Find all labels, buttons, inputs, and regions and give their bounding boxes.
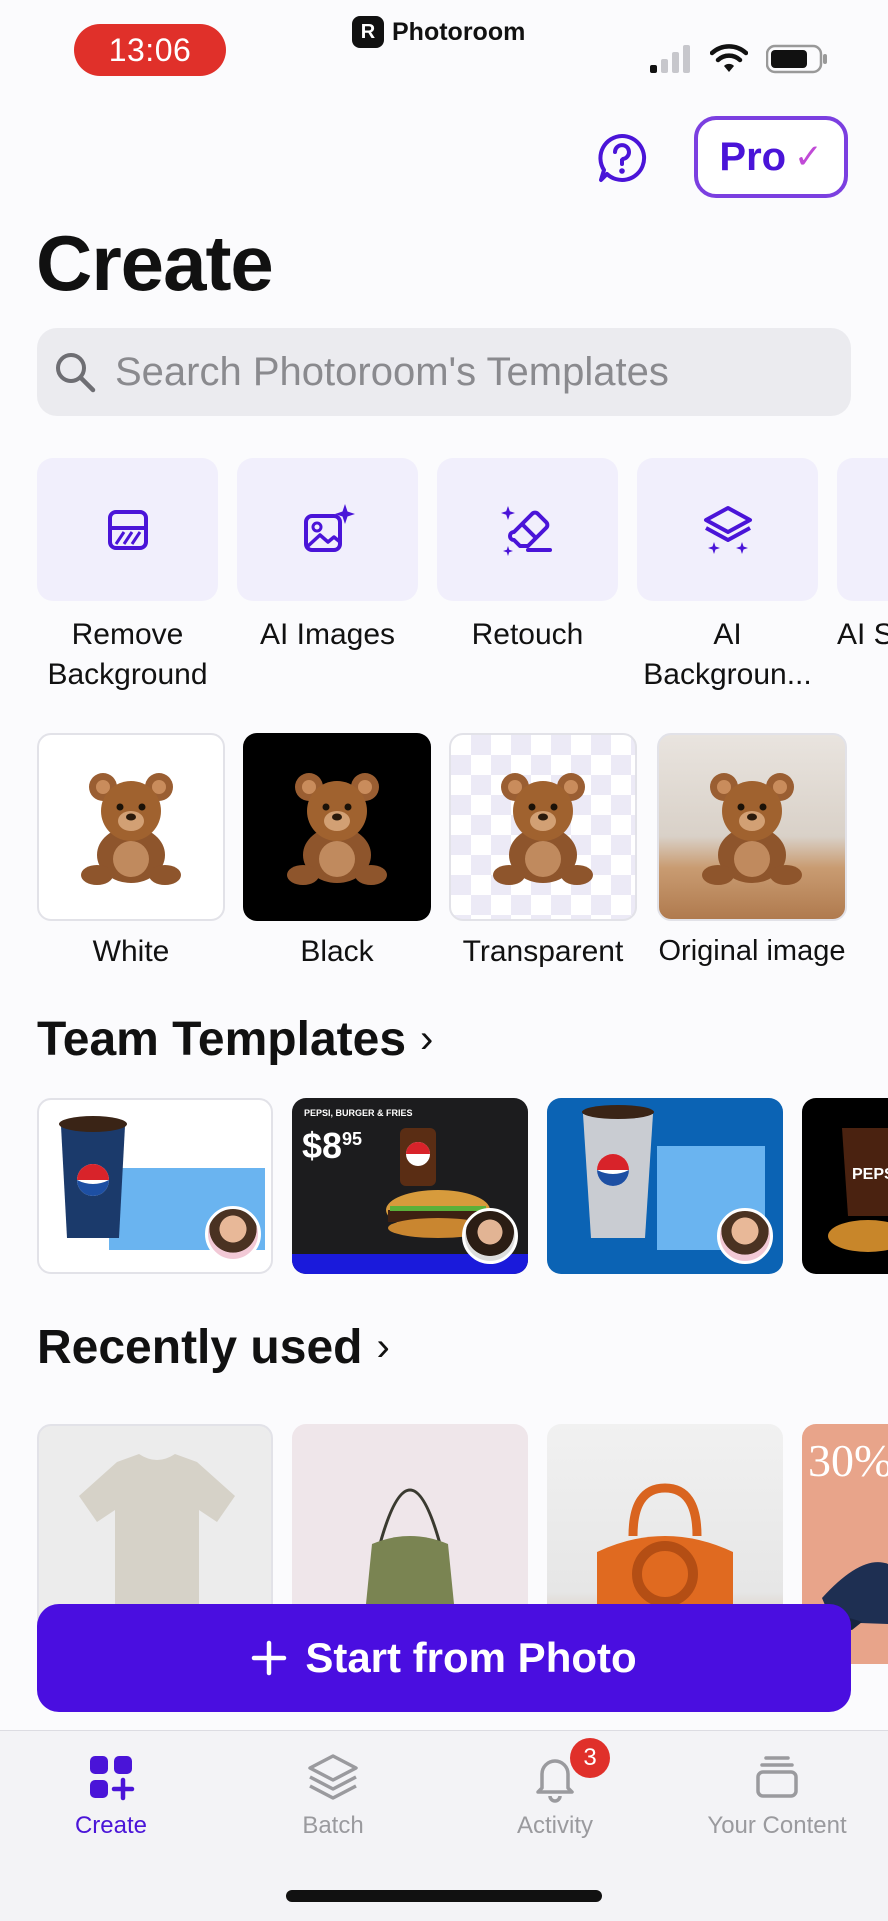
search-icon [56,353,96,393]
team-template-card[interactable]: PEPSI, BURGER & FRIES $895 [292,1098,528,1274]
ai-backgrounds-layers-icon [703,505,752,554]
checkmark-icon: ✓ [794,138,823,176]
avatar [462,1208,518,1264]
preset-white[interactable]: White [37,733,225,969]
tool-label: Retouch [471,618,584,651]
teddy-bear-image [493,773,593,885]
pepsi-cup-image [828,1128,888,1252]
app-name: Photoroom [392,17,526,46]
tool-ai-images[interactable]: AI Images [237,458,418,655]
search-bar[interactable] [37,328,851,416]
search-input[interactable] [113,348,817,396]
tool-label: Remove Background [47,618,208,691]
retouch-eraser-icon [500,505,552,556]
tab-batch[interactable]: Batch [222,1750,444,1840]
team-templates-header[interactable]: Team Templates › [37,1012,433,1067]
tool-remove-background[interactable]: Remove Background [37,458,218,695]
question-mark-bubble-icon[interactable] [596,132,648,184]
preset-label: Transparent [462,935,624,968]
wifi-icon [710,44,748,72]
ai-tool-icon [837,458,888,601]
preset-label: Original image [658,935,846,967]
tool-label: AI S [837,618,888,651]
app-indicator: R Photoroom [352,14,525,50]
preset-label: Black [300,935,374,968]
notification-badge: 3 [570,1738,610,1778]
tab-label: Create [74,1812,148,1839]
status-time: 13:06 [74,24,226,76]
ai-images-icon [303,503,355,552]
teddy-bear-image [702,773,802,885]
plus-icon [252,1640,287,1676]
pro-button[interactable]: Pro ✓ [694,116,848,198]
home-indicator [286,1890,602,1902]
avatar [205,1206,261,1262]
preset-label: White [92,935,170,968]
teddy-bear-image [81,773,181,885]
tab-label: Your Content [707,1812,847,1839]
photoroom-logo-icon: R [352,16,384,48]
tab-activity[interactable]: Activity [444,1750,666,1840]
remove-background-icon [107,509,148,550]
section-title: Team Templates [37,1013,407,1066]
tool-retouch[interactable]: Retouch [437,458,618,655]
tab-label: Batch [302,1812,364,1839]
page-title: Create [36,219,274,307]
tab-create[interactable]: Create [0,1750,222,1840]
chevron-right-icon: › [376,1325,390,1369]
tool-ai-partial[interactable]: AI S [837,458,888,655]
preset-original-image[interactable]: Original image [657,733,847,968]
preset-transparent[interactable]: Transparent [449,733,637,969]
avatar [717,1208,773,1264]
stack-icon [756,1756,798,1798]
tab-your-content[interactable]: Your Content [666,1750,888,1840]
recently-used-header[interactable]: Recently used › [37,1320,390,1375]
status-icons [650,42,828,76]
preset-black[interactable]: Black [243,733,431,969]
create-grid-plus-icon [90,1756,135,1801]
pro-label: Pro [719,134,787,179]
tool-ai-backgrounds[interactable]: AI Backgroun... [637,458,818,695]
tab-label: Activity [516,1812,593,1839]
layers-icon [308,1754,358,1800]
cellular-signal-icon [650,45,690,73]
team-template-card[interactable] [547,1098,783,1274]
template-caption: PEPS [852,1166,888,1183]
cta-label: Start from Photo [305,1634,637,1681]
tool-label: AI Images [259,618,396,651]
teddy-bear-image [287,773,387,885]
section-title: Recently used [37,1321,363,1374]
start-from-photo-button[interactable]: Start from Photo [37,1604,851,1712]
battery-icon [766,44,827,74]
team-template-card[interactable] [37,1098,273,1274]
chevron-right-icon: › [420,1017,434,1061]
team-template-card[interactable]: PEPS [802,1098,888,1274]
tool-label: AI Backgroun... [643,618,812,691]
